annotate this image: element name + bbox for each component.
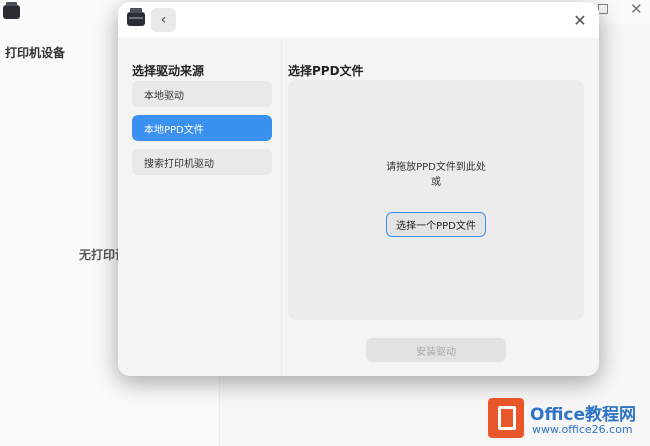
watermark: Office教程网 www.office26.com <box>488 398 650 446</box>
install-driver-button[interactable]: 安装驱动 <box>366 338 506 362</box>
panel-divider <box>281 38 282 376</box>
dialog-titlebar: ‹ ✕ <box>118 2 599 38</box>
chevron-left-icon: ‹ <box>160 12 167 28</box>
printer-app-icon <box>127 8 145 26</box>
office-logo-icon <box>488 398 524 438</box>
dialog-close-button[interactable]: ✕ <box>570 10 590 30</box>
drop-hint-text: 请拖放PPD文件到此处 <box>386 162 486 173</box>
watermark-title: Office教程网 <box>530 405 637 425</box>
printer-app-icon <box>3 2 20 19</box>
driver-select-dialog: ‹ ✕ 选择驱动来源 本地驱动 本地PPD文件 搜索打印机驱动 选择PPD文件 … <box>118 2 599 376</box>
ppd-drop-zone[interactable]: 请拖放PPD文件到此处 或 选择一个PPD文件 <box>288 80 584 320</box>
drop-hint: 请拖放PPD文件到此处 或 <box>288 160 584 190</box>
source-local-ppd[interactable]: 本地PPD文件 <box>132 115 272 141</box>
source-search-driver[interactable]: 搜索打印机驱动 <box>132 149 272 175</box>
sidebar-title: 打印机设备 <box>5 46 66 60</box>
choose-ppd-button[interactable]: 选择一个PPD文件 <box>386 212 486 237</box>
ppd-title: 选择PPD文件 <box>288 64 364 78</box>
source-local-driver[interactable]: 本地驱动 <box>132 81 272 107</box>
close-icon: ✕ <box>573 10 587 30</box>
maximize-icon[interactable] <box>598 4 608 14</box>
watermark-url: www.office26.com <box>532 423 633 436</box>
main-close-icon[interactable]: ✕ <box>630 0 643 18</box>
drop-or-text: 或 <box>431 177 441 188</box>
back-button[interactable]: ‹ <box>151 8 176 32</box>
driver-source-title: 选择驱动来源 <box>132 64 205 78</box>
